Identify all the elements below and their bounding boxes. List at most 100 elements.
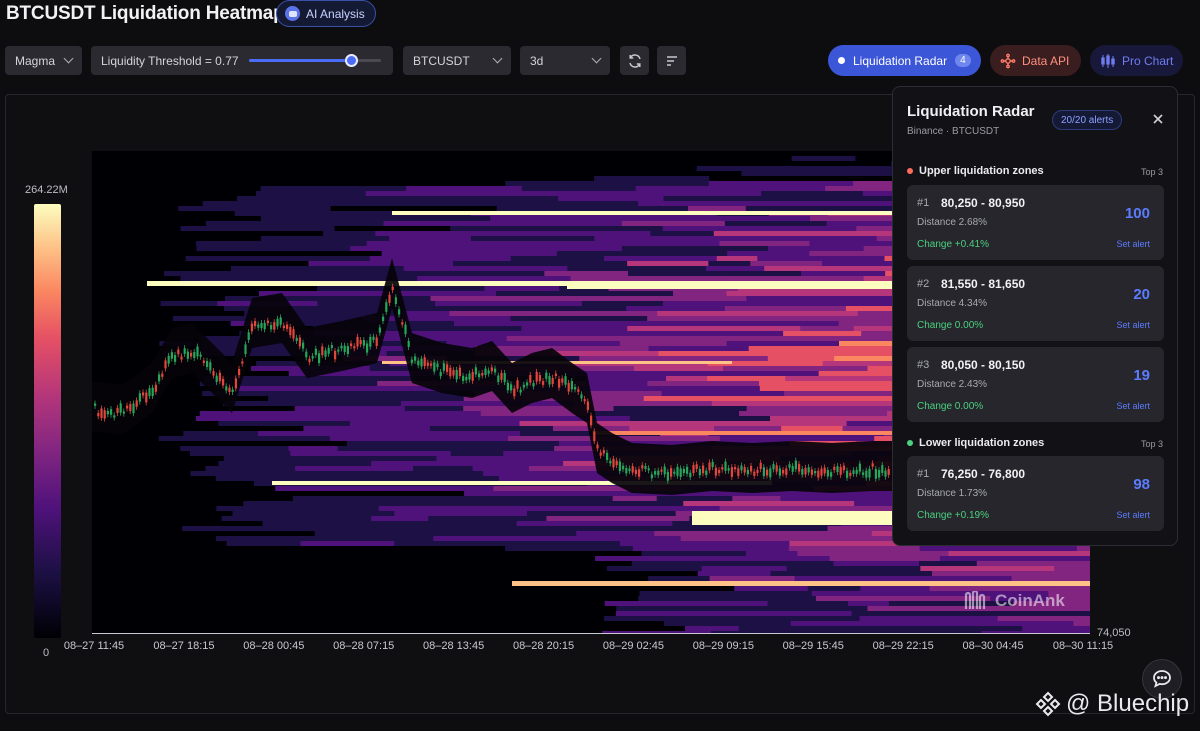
heatmap-cell xyxy=(780,421,848,426)
heatmap-cell xyxy=(487,296,642,301)
candle-body xyxy=(218,372,221,382)
heatmap-cell xyxy=(180,226,336,231)
heatmap-cell xyxy=(383,221,478,226)
heatmap-cell xyxy=(726,201,893,206)
heatmap-cell xyxy=(92,191,258,196)
heatmap-cell xyxy=(767,356,836,361)
heatmap-cell xyxy=(652,616,802,621)
candle-body xyxy=(494,368,497,373)
heatmap-cell xyxy=(148,596,241,601)
candle-body xyxy=(378,327,381,333)
heatmap-cell xyxy=(218,421,351,426)
timeframe-select[interactable]: 3d xyxy=(520,46,610,75)
heatmap-cell xyxy=(379,396,465,401)
palette-select[interactable]: Magma xyxy=(5,46,82,75)
heatmap-cell xyxy=(643,396,713,401)
set-alert-link[interactable]: Set alert xyxy=(1116,320,1150,330)
lower-zone-card-1[interactable]: #1 76,250 - 76,800 Distance 1.73% Change… xyxy=(907,456,1164,531)
symbol-select[interactable]: BTCUSDT xyxy=(403,46,511,75)
heatmap-cell xyxy=(527,511,677,516)
heatmap-cell xyxy=(249,606,397,611)
upper-zones-heading: Upper liquidation zones xyxy=(907,165,1044,177)
threshold-slider-handle[interactable] xyxy=(344,54,358,67)
heatmap-cell xyxy=(640,296,748,301)
zone-rank: #1 xyxy=(917,468,930,480)
candle-body xyxy=(353,346,356,349)
heatmap-cell xyxy=(828,236,878,241)
threshold-slider[interactable] xyxy=(249,54,381,67)
heatmap-cell xyxy=(771,236,830,241)
heatmap-cell xyxy=(579,356,621,361)
candle-body xyxy=(622,465,625,470)
upper-zone-card-1[interactable]: #1 80,250 - 80,950 Distance 2.68% Change… xyxy=(907,185,1164,260)
candle-body xyxy=(814,471,817,474)
heatmap-cell xyxy=(670,526,829,531)
candle-body xyxy=(766,469,769,476)
candle-body xyxy=(401,322,404,325)
heatmap-cell xyxy=(152,556,324,561)
zone-range: 81,550 - 81,650 xyxy=(941,277,1026,291)
set-alert-link[interactable]: Set alert xyxy=(1116,510,1150,520)
heatmap-cell xyxy=(92,286,190,291)
heatmap-cell xyxy=(498,476,609,481)
candle-body xyxy=(650,474,653,479)
ai-analysis-button[interactable]: AI Analysis xyxy=(276,0,376,27)
heatmap-cell xyxy=(748,346,805,351)
heatmap-cell xyxy=(743,536,916,541)
heatmap-cell xyxy=(92,551,232,556)
heatmap-cell xyxy=(537,576,650,581)
heatmap-cell xyxy=(223,456,389,461)
candle-body xyxy=(113,415,116,418)
set-alert-link[interactable]: Set alert xyxy=(1116,239,1150,249)
heatmap-cell xyxy=(719,436,876,441)
candle-body xyxy=(391,286,394,291)
heatmap-cell xyxy=(458,256,512,261)
candle-body xyxy=(532,383,535,387)
candle-body xyxy=(874,468,877,479)
candle-body xyxy=(276,318,279,327)
candle-body xyxy=(263,322,266,330)
heatmap-cell xyxy=(92,566,227,571)
refresh-button[interactable] xyxy=(620,46,649,75)
liquidation-radar-button[interactable]: Liquidation Radar 4 xyxy=(828,45,981,76)
heatmap-cell xyxy=(92,181,166,186)
heatmap-cell xyxy=(687,206,747,211)
upper-zone-card-2[interactable]: #2 81,550 - 81,650 Distance 4.34% Change… xyxy=(907,266,1164,341)
heatmap-cell xyxy=(180,276,300,281)
heatmap-cell xyxy=(209,171,296,176)
heatmap-cell xyxy=(757,256,886,261)
heatmap-cell xyxy=(92,581,214,586)
heatmap-cell xyxy=(554,241,721,246)
candle-body xyxy=(746,469,749,475)
candle-body xyxy=(321,346,324,356)
pro-chart-button[interactable]: Pro Chart xyxy=(1090,45,1184,76)
heatmap-cell xyxy=(291,586,399,591)
heatmap-cell xyxy=(484,286,561,291)
candle-body xyxy=(567,382,570,392)
set-alert-link[interactable]: Set alert xyxy=(1116,401,1150,411)
heatmap-cell xyxy=(92,301,162,306)
data-api-button[interactable]: Data API xyxy=(990,45,1082,76)
candle-body xyxy=(202,360,205,363)
upper-zone-card-3[interactable]: #3 80,050 - 80,150 Distance 2.43% Change… xyxy=(907,347,1164,422)
sort-button[interactable] xyxy=(657,46,686,75)
heatmap-cell xyxy=(226,206,332,211)
heatmap-cell xyxy=(558,196,665,201)
candle-body xyxy=(570,381,573,390)
heatmap-cell xyxy=(515,191,634,196)
candle-body xyxy=(484,368,487,376)
candle-body xyxy=(823,467,826,474)
heatmap-cell xyxy=(561,596,640,601)
api-network-icon xyxy=(1000,53,1016,68)
heatmap-cell xyxy=(200,151,258,156)
zone-range: 76,250 - 76,800 xyxy=(941,467,1026,481)
candle-body xyxy=(417,360,420,366)
candle-body xyxy=(462,375,465,382)
close-icon[interactable] xyxy=(1150,111,1166,127)
candle-body xyxy=(423,357,426,367)
heatmap-cell xyxy=(627,271,802,276)
heatmap-cell xyxy=(139,586,293,591)
candle-body xyxy=(135,400,138,407)
zone-change: Change 0.00% xyxy=(917,320,984,331)
heatmap-cell xyxy=(250,366,297,371)
